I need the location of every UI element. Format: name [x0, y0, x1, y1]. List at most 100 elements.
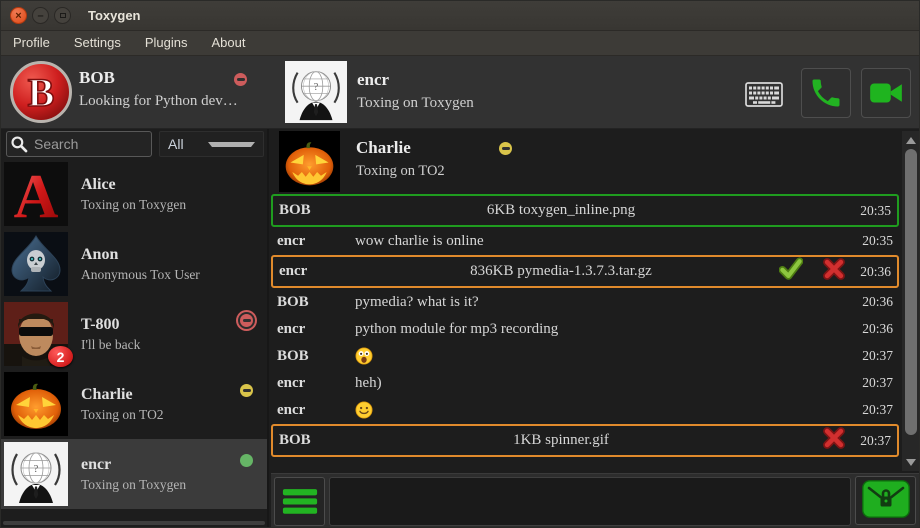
message-time: 20:36 [849, 321, 893, 337]
message-sender: BOB [277, 294, 355, 311]
screen-keyboard-button[interactable] [744, 82, 784, 108]
message-sender: BOB [277, 348, 355, 365]
message-body: 1KB spinner.gif [357, 432, 765, 449]
contact-row-encr[interactable]: encr Toxing on Toxygen [1, 439, 267, 509]
contact-row-alice[interactable]: Alice Toxing on Toxygen [1, 159, 267, 229]
chat-scrollbar [902, 131, 920, 471]
contact-avatar [4, 232, 68, 296]
contact-row-anon[interactable]: Anon Anonymous Tox User [1, 229, 267, 299]
contact-list: Alice Toxing on Toxygen Anon Anonymous T… [1, 159, 267, 519]
message-body: heh) [355, 375, 767, 392]
menu-profile[interactable]: Profile [1, 31, 62, 56]
menu-about[interactable]: About [199, 31, 257, 56]
self-busy-status-icon[interactable] [234, 73, 247, 86]
contact-filter-dropdown[interactable]: All [159, 131, 264, 157]
message-time: 20:36 [849, 294, 893, 310]
message-sender: encr [279, 263, 357, 280]
contact-filter-value: All [168, 136, 208, 152]
message-sender: encr [277, 233, 355, 250]
menu-plugins[interactable]: Plugins [133, 31, 200, 56]
smiling-face-icon [355, 401, 373, 419]
scroll-up-arrow[interactable] [902, 132, 920, 148]
message-input[interactable] [329, 477, 851, 526]
sidebar: All Alice Toxing on Toxygen Anon Anonymo… [1, 129, 269, 527]
contact-status-message: I'll be back [81, 337, 140, 353]
message-sender: encr [277, 321, 355, 338]
file-actions [765, 426, 847, 455]
contact-name: T-800 [81, 316, 140, 334]
contact-status-icon [240, 314, 253, 327]
file-transfer-message: BOB 6KB toxygen_inline.png 20:35 [271, 194, 899, 227]
self-name[interactable]: BOB [79, 68, 115, 88]
contact-name: Alice [81, 176, 186, 194]
contact-status-icon [240, 384, 253, 397]
contact-status-message: Toxing on Toxygen [81, 477, 186, 493]
message-body: 836KB pymedia-1.3.7.3.tar.gz [357, 263, 765, 280]
message-sender: encr [277, 402, 355, 419]
shocked-face-icon [355, 347, 373, 365]
search-input[interactable] [6, 131, 152, 157]
conversation-peer-name: encr [357, 70, 389, 90]
message-time: 20:37 [849, 375, 893, 391]
scroll-down-arrow[interactable] [902, 454, 920, 470]
file-transfer-message: BOB 1KB spinner.gif 20:37 [271, 424, 899, 457]
window-title: Toxygen [88, 8, 141, 23]
contact-row-t-800[interactable]: 2 T-800 I'll be back [1, 299, 267, 369]
phone-icon [808, 75, 844, 111]
contact-row-charlie[interactable]: Charlie Toxing on TO2 [1, 369, 267, 439]
file-transfer-message: encr 836KB pymedia-1.3.7.3.tar.gz 20:36 [271, 255, 899, 288]
window-close-button[interactable]: × [10, 7, 27, 24]
decline-file-button[interactable] [821, 426, 847, 455]
contact-name: encr [81, 456, 186, 474]
message-body: wow charlie is online [355, 233, 767, 250]
composer-bar [271, 473, 919, 527]
window-maximize-button[interactable] [54, 7, 71, 24]
chevron-down-icon [208, 142, 256, 147]
message-history: BOB 6KB toxygen_inline.png 20:35 encr wo… [271, 194, 901, 473]
chat-peer-name: Charlie [356, 138, 411, 158]
message-sender: BOB [279, 202, 357, 219]
message-time: 20:35 [849, 233, 893, 249]
message-time: 20:37 [849, 348, 893, 364]
message-sender: encr [277, 375, 355, 392]
contact-avatar [4, 372, 68, 436]
send-message-button[interactable] [862, 480, 910, 521]
message-time: 20:35 [847, 203, 891, 219]
scrollbar-thumb[interactable] [905, 149, 917, 435]
title-bar: × – Toxygen [1, 1, 919, 31]
contact-avatar [4, 162, 68, 226]
self-status-message[interactable]: Looking for Python dev… [79, 93, 238, 110]
menu-settings[interactable]: Settings [62, 31, 133, 56]
unread-count-badge: 2 [48, 346, 73, 367]
message-body: python module for mp3 recording [355, 321, 767, 338]
chat-peer-status-message: Toxing on TO2 [356, 163, 445, 180]
contact-list-hscrollbar[interactable] [3, 521, 265, 525]
chat-peer-away-status-icon [499, 142, 512, 155]
contact-name: Anon [81, 246, 200, 264]
message-time: 20:37 [849, 402, 893, 418]
self-avatar[interactable] [9, 60, 73, 124]
conversation-peer-avatar [285, 61, 347, 123]
accept-file-button[interactable] [778, 257, 804, 286]
conversation-peer-status: Toxing on Toxygen [357, 95, 474, 112]
message-body: pymedia? what is it? [355, 294, 767, 311]
chat-peer-avatar [279, 131, 340, 192]
chat-peer-header: Charlie Toxing on TO2 [271, 130, 919, 193]
contact-name: Charlie [81, 386, 164, 404]
video-call-button[interactable] [861, 68, 911, 118]
toxygen-window: × – Toxygen Profile Settings Plugins Abo… [0, 0, 920, 528]
top-panel: BOB Looking for Python dev… encr Toxing … [1, 56, 919, 129]
video-camera-icon [867, 74, 905, 112]
voice-call-button[interactable] [801, 68, 851, 118]
cross-icon [821, 426, 847, 450]
chat-message: encr 20:37 [271, 397, 899, 423]
chat-menu-button[interactable] [274, 477, 325, 526]
send-button-container [855, 476, 916, 525]
contact-status-message: Toxing on TO2 [81, 407, 164, 423]
window-minimize-button[interactable]: – [32, 7, 49, 24]
chat-message: BOB pymedia? what is it? 20:36 [271, 289, 899, 315]
contact-status-message: Anonymous Tox User [81, 267, 200, 283]
encrypted-send-icon [862, 480, 910, 518]
chat-message: BOB 20:37 [271, 343, 899, 369]
decline-file-button[interactable] [821, 257, 847, 286]
